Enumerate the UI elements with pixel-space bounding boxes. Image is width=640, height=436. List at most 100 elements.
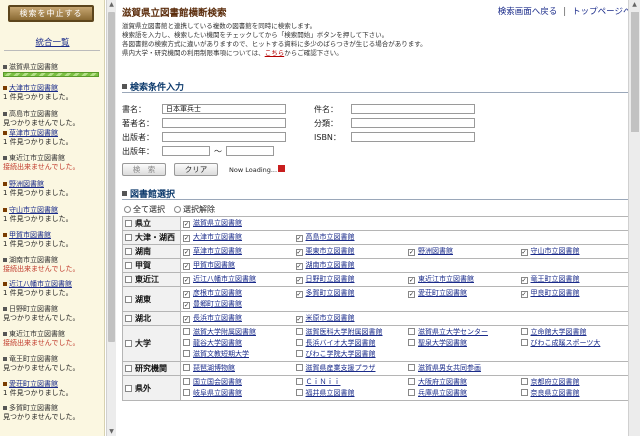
library-option[interactable]: 竜王町立図書館 (520, 274, 634, 285)
library-option[interactable]: 立命館大学図書館 (520, 327, 634, 338)
library-option[interactable]: 守山市立図書館 (520, 246, 634, 257)
year-from-input[interactable] (162, 146, 210, 156)
deselect-all-radio[interactable]: 選択解除 (174, 204, 215, 215)
library-option[interactable]: 琵琶湖博物館 (183, 363, 296, 374)
library-link[interactable]: 滋賀文教短期大学 (193, 350, 249, 358)
library-link[interactable]: ＣｉＮｉｉ (306, 378, 341, 386)
region-checkbox[interactable] (125, 315, 132, 322)
library-link[interactable]: 草津市立図書館 (193, 247, 242, 255)
library-option[interactable]: 豊郷町立図書館 (183, 299, 296, 310)
library-option[interactable]: 長浜バイオ大学図書館 (295, 338, 409, 349)
region-checkbox[interactable] (125, 220, 132, 227)
region-checkbox[interactable] (125, 365, 132, 372)
library-link[interactable]: 滋賀県男女共同参画 (418, 364, 481, 372)
scroll-thumb[interactable] (631, 12, 639, 132)
library-checkbox[interactable] (520, 277, 528, 284)
scroll-up-icon[interactable]: ▲ (629, 0, 640, 10)
library-option[interactable]: 日野町立図書館 (295, 274, 409, 285)
library-link[interactable]: 大津市立図書館 (193, 233, 242, 241)
sidebar-scrollbar[interactable]: ▲ ▼ (106, 0, 116, 436)
library-option[interactable]: 奈良県立図書館 (520, 388, 634, 399)
library-option[interactable]: 滋賀文教短期大学 (183, 349, 296, 360)
library-checkbox[interactable] (183, 350, 190, 357)
library-link[interactable]: 兵庫県立図書館 (418, 389, 467, 397)
library-checkbox[interactable] (183, 221, 190, 228)
library-option[interactable]: 栗東市立図書館 (295, 246, 409, 257)
library-link[interactable]: 甲賀市図書館 (193, 261, 235, 269)
library-checkbox[interactable] (183, 302, 190, 309)
scroll-down-icon[interactable]: ▼ (107, 427, 116, 436)
library-link[interactable]: 豊郷町立図書館 (193, 300, 242, 308)
library-checkbox[interactable] (408, 364, 415, 371)
library-link[interactable]: 滋賀県立図書館 (193, 219, 242, 227)
library-link[interactable]: 多賀町立図書館 (306, 289, 355, 297)
library-name[interactable]: 草津市立図書館 (3, 129, 103, 138)
library-link[interactable]: 滋賀県産業支援プラザ (306, 364, 376, 372)
library-option[interactable]: 愛荘町立図書館 (408, 288, 521, 299)
library-option[interactable]: 草津市立図書館 (183, 246, 296, 257)
library-checkbox[interactable] (183, 378, 190, 385)
library-link[interactable]: 栗東市立図書館 (306, 247, 355, 255)
library-checkbox[interactable] (520, 339, 528, 346)
library-link[interactable]: 長浜バイオ大学図書館 (306, 339, 376, 347)
library-checkbox[interactable] (183, 328, 190, 335)
back-to-search-link[interactable]: 検索画面へ戻る (498, 7, 558, 17)
library-checkbox[interactable] (183, 263, 190, 270)
library-checkbox[interactable] (295, 378, 303, 385)
library-checkbox[interactable] (183, 249, 190, 256)
library-checkbox[interactable] (408, 249, 415, 256)
library-name[interactable]: 野洲図書館 (3, 180, 103, 189)
library-option[interactable]: 長浜市立図書館 (183, 313, 296, 324)
library-option[interactable]: 滋賀大学附属図書館 (183, 327, 296, 338)
library-checkbox[interactable] (295, 249, 303, 256)
library-checkbox[interactable] (408, 389, 415, 396)
library-checkbox[interactable] (408, 378, 415, 385)
library-link[interactable]: 野洲図書館 (418, 247, 453, 255)
library-name[interactable]: 大津市立図書館 (3, 84, 103, 93)
library-checkbox[interactable] (295, 235, 303, 242)
scroll-up-icon[interactable]: ▲ (107, 0, 116, 9)
region-checkbox[interactable] (125, 276, 132, 283)
integrated-list-link[interactable]: 統合一覧 (0, 36, 104, 48)
library-checkbox[interactable] (408, 277, 415, 284)
region-checkbox[interactable] (125, 295, 132, 303)
search-button[interactable]: 検 索 (122, 163, 166, 176)
library-name[interactable]: 愛荘町立図書館 (3, 380, 103, 389)
library-link[interactable]: 彦根市立図書館 (193, 289, 242, 297)
library-name[interactable]: 守山市立図書館 (3, 206, 103, 215)
library-option[interactable]: 彦根市立図書館 (183, 288, 296, 299)
library-checkbox[interactable] (295, 389, 303, 396)
library-option[interactable]: 多賀町立図書館 (295, 288, 409, 299)
library-checkbox[interactable] (408, 339, 415, 346)
library-checkbox[interactable] (520, 291, 528, 298)
class-input[interactable] (351, 118, 475, 128)
region-checkbox[interactable] (125, 248, 132, 255)
library-option[interactable]: 滋賀県立大学センター (408, 327, 521, 338)
library-link[interactable]: 奈良県立図書館 (531, 389, 580, 397)
clear-button[interactable]: クリア (174, 163, 218, 176)
library-option[interactable]: 大津市立図書館 (183, 232, 296, 243)
library-checkbox[interactable] (183, 277, 190, 284)
library-option[interactable]: 滋賀医科大学附属図書館 (295, 327, 409, 338)
library-link[interactable]: 福井県立図書館 (306, 389, 355, 397)
library-link[interactable]: 高島市立図書館 (306, 233, 355, 241)
library-checkbox[interactable] (183, 316, 190, 323)
main-scrollbar[interactable]: ▲ (628, 0, 640, 436)
library-option[interactable]: 京都府立図書館 (520, 377, 634, 388)
library-option[interactable]: 岐阜県立図書館 (183, 388, 296, 399)
library-link[interactable]: 立命館大学図書館 (531, 328, 587, 336)
library-checkbox[interactable] (408, 291, 415, 298)
scroll-thumb[interactable] (108, 12, 115, 342)
library-link[interactable]: 聖泉大学図書館 (418, 339, 467, 347)
library-checkbox[interactable] (295, 291, 303, 298)
library-option[interactable]: 龍谷大学図書館 (183, 338, 296, 349)
library-name[interactable]: 甲賀市図書館 (3, 231, 103, 240)
library-checkbox[interactable] (295, 328, 303, 335)
library-link[interactable]: 守山市立図書館 (531, 247, 580, 255)
library-option[interactable]: 東近江市立図書館 (408, 274, 521, 285)
library-link[interactable]: 東近江市立図書館 (418, 275, 474, 283)
library-option[interactable]: 野洲図書館 (408, 246, 521, 257)
author-input[interactable] (162, 118, 286, 128)
library-link[interactable]: 甲良町立図書館 (531, 289, 580, 297)
library-option[interactable]: 国立国会図書館 (183, 377, 296, 388)
